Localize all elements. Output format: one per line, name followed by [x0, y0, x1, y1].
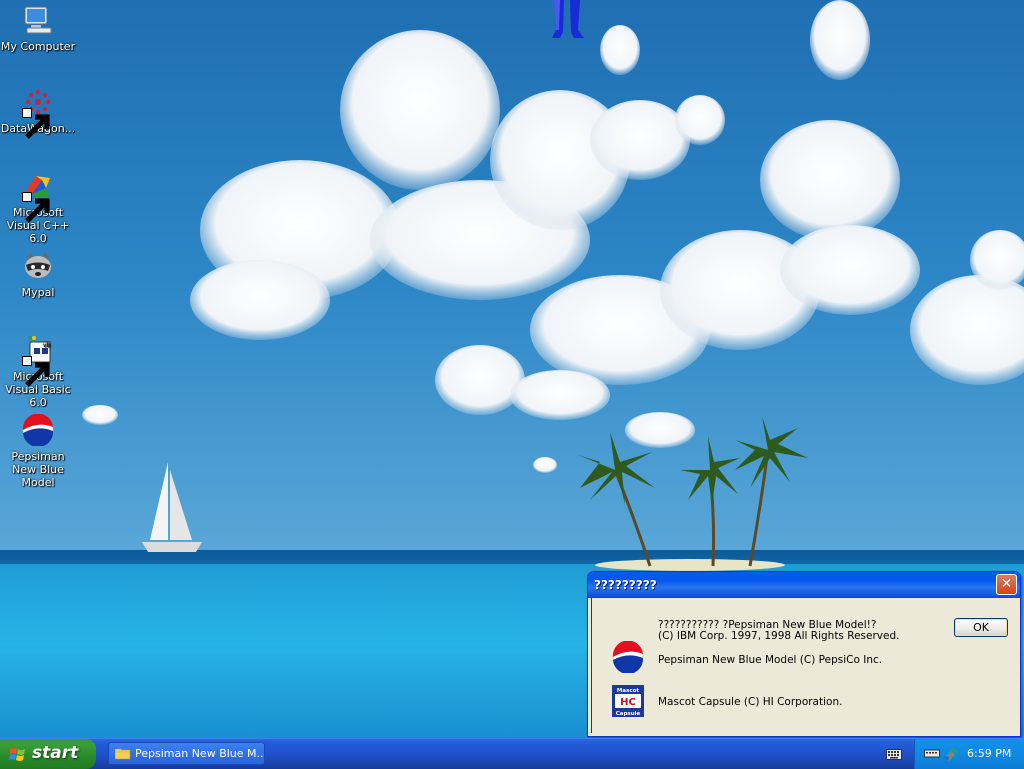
about-dialog: ????????? ✕ ??????????? ?Pepsiman New Bl…: [587, 571, 1021, 737]
desktop-icon-label: My Computer: [0, 40, 76, 53]
dialog-title: ?????????: [594, 578, 657, 592]
close-button[interactable]: ✕: [996, 574, 1017, 595]
visual-cpp-icon: [22, 170, 54, 223]
desktop-icon-datawagon[interactable]: DataWagon...: [0, 86, 76, 139]
desktop-icon-my-computer[interactable]: My Computer: [0, 4, 76, 53]
datawagon-icon: [22, 86, 54, 139]
dialog-text-line3: Pepsiman New Blue Model (C) PepsiCo Inc.: [658, 654, 883, 666]
taskbar: start Pepsiman New Blue M... 6:59 PM: [0, 738, 1024, 769]
svg-text:Mascot: Mascot: [617, 688, 639, 694]
taskbar-window-button[interactable]: Pepsiman New Blue M...: [108, 742, 265, 765]
my-computer-icon: [22, 4, 54, 36]
system-tray: 6:59 PM: [914, 739, 1024, 769]
shortcut-arrow-icon: [22, 108, 50, 139]
ok-button[interactable]: OK: [954, 618, 1008, 637]
dialog-body: ??????????? ?Pepsiman New Blue Model!? (…: [591, 598, 1017, 733]
desktop-icon-visual-basic[interactable]: vb Microsoft Visual Basic 6.0: [0, 334, 76, 409]
keyboard-language-icon[interactable]: [886, 748, 902, 760]
network-connection-icon[interactable]: [924, 747, 940, 761]
desktop-icon-mypal[interactable]: Mypal: [0, 250, 76, 299]
taskbar-window-label: Pepsiman New Blue M...: [135, 747, 265, 760]
pepsi-logo-icon: [22, 414, 54, 446]
pepsiman-feet: [550, 0, 586, 42]
desktop-icon-label: Pepsiman New Blue Model: [11, 450, 65, 489]
svg-text:Capsule: Capsule: [616, 711, 641, 717]
svg-text:vb: vb: [43, 342, 51, 349]
dialog-text-line4: Mascot Capsule (C) HI Corporation.: [658, 696, 843, 708]
clock[interactable]: 6:59 PM: [967, 739, 1011, 768]
folder-icon: [115, 748, 131, 760]
desktop-icon-pepsiman[interactable]: Pepsiman New Blue Model: [0, 414, 76, 489]
start-button[interactable]: start: [0, 739, 96, 769]
mascot-capsule-logo-icon: Mascot HC Capsule: [612, 685, 644, 717]
visual-basic-icon: vb: [22, 334, 54, 387]
desktop-icon-visual-cpp[interactable]: Microsoft Visual C++ 6.0: [0, 170, 76, 245]
dialog-titlebar[interactable]: ????????? ✕: [588, 572, 1020, 598]
desktop-icon-label: Mypal: [21, 286, 55, 299]
safely-remove-hardware-icon[interactable]: [943, 747, 959, 761]
pepsi-logo-icon: [612, 640, 644, 675]
windows-flag-icon: [9, 748, 25, 761]
svg-text:HC: HC: [620, 697, 636, 708]
start-label: start: [32, 743, 79, 763]
shortcut-arrow-icon: [22, 356, 50, 387]
shortcut-arrow-icon: [22, 192, 50, 223]
dialog-text-line2: (C) IBM Corp. 1997, 1998 All Rights Rese…: [658, 630, 900, 642]
mypal-raccoon-icon: [22, 250, 54, 282]
